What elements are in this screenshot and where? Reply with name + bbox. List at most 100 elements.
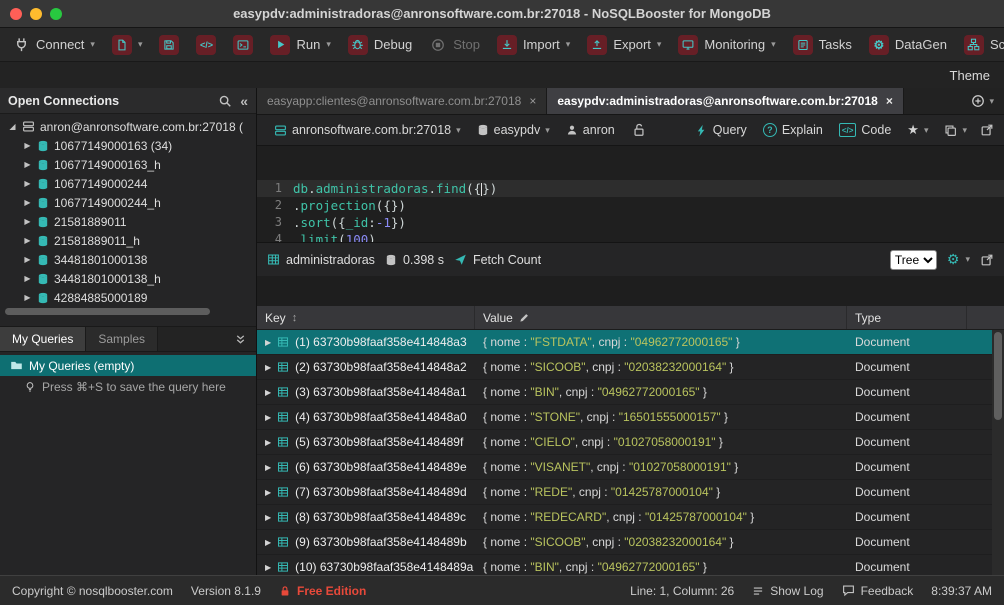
column-header-type[interactable]: Type: [847, 306, 967, 329]
tab-my-queries[interactable]: My Queries: [0, 327, 86, 351]
export-button[interactable]: Export ▾: [587, 35, 661, 55]
code-snippet-button[interactable]: </>: [196, 35, 216, 55]
column-header-key[interactable]: Key ↕: [257, 306, 475, 329]
table-row[interactable]: ▶ (7) 63730b98faaf358e4148489d { nome : …: [257, 480, 1004, 505]
sidebar-database-item[interactable]: ▶ 10677149000244_h: [0, 193, 256, 212]
theme-button[interactable]: Theme: [950, 68, 990, 83]
zoom-window-button[interactable]: [50, 8, 62, 20]
code-button[interactable]: </> Code: [832, 120, 898, 140]
feedback-button[interactable]: Feedback: [842, 584, 914, 598]
stop-button[interactable]: Stop: [429, 36, 480, 54]
minimize-window-button[interactable]: [30, 8, 42, 20]
monitoring-button[interactable]: Monitoring ▾: [678, 35, 775, 55]
expand-icon[interactable]: ▶: [265, 388, 271, 397]
sidebar-database-item[interactable]: ▶ 10677149000244: [0, 174, 256, 193]
my-queries-folder[interactable]: My Queries (empty): [0, 355, 256, 376]
expand-icon[interactable]: ▶: [265, 563, 271, 572]
cursor-position[interactable]: Line: 1, Column: 26: [630, 584, 734, 598]
sidebar-database-item[interactable]: ▶ 42884885000189: [0, 288, 256, 306]
show-log-button[interactable]: Show Log: [752, 584, 823, 598]
table-row[interactable]: ▶ (9) 63730b98faaf358e4148489b { nome : …: [257, 530, 1004, 555]
expand-icon[interactable]: ▶: [23, 160, 32, 169]
favorites-button[interactable]: ★ ▾: [900, 119, 935, 141]
free-edition-badge[interactable]: Free Edition: [279, 584, 366, 598]
table-row[interactable]: ▶ (1) 63730b98faaf358e414848a3 { nome : …: [257, 330, 1004, 355]
shell-button[interactable]: [233, 35, 253, 55]
horizontal-scrollbar[interactable]: [5, 308, 251, 318]
breadcrumb-server[interactable]: anronsoftware.com.br:27018 ▾: [267, 120, 468, 140]
open-in-new-icon[interactable]: [980, 253, 994, 267]
editor-line[interactable]: 3 .sort({_id:-1}): [257, 214, 1004, 231]
schema-button[interactable]: Schema ▾: [964, 35, 1004, 55]
expand-icon[interactable]: ▶: [23, 141, 32, 150]
expand-icon[interactable]: ▶: [23, 198, 32, 207]
expand-icon[interactable]: ▶: [23, 293, 32, 302]
sidebar-database-item[interactable]: ▶ 34481801000138_h: [0, 269, 256, 288]
column-header-value[interactable]: Value: [475, 306, 847, 329]
scrollbar-thumb[interactable]: [5, 308, 210, 315]
collapse-all-icon[interactable]: [225, 327, 256, 351]
table-row[interactable]: ▶ (4) 63730b98faaf358e414848a0 { nome : …: [257, 405, 1004, 430]
vertical-scrollbar[interactable]: [992, 330, 1004, 575]
unlock-icon[interactable]: [632, 123, 646, 137]
expand-icon[interactable]: ▶: [23, 274, 32, 283]
open-script-button[interactable]: ▾: [112, 35, 143, 55]
sidebar-database-item[interactable]: ▶ 34481801000138: [0, 250, 256, 269]
editor-line[interactable]: 4 .limit(100): [257, 231, 1004, 242]
expand-icon[interactable]: ▶: [265, 363, 271, 372]
editor-tab-administradoras[interactable]: easypdv:administradoras@anronsoftware.co…: [547, 88, 904, 114]
result-collection-tab[interactable]: administradoras: [267, 253, 375, 267]
debug-button[interactable]: Debug: [348, 35, 412, 55]
table-row[interactable]: ▶ (8) 63730b98faaf358e4148489c { nome : …: [257, 505, 1004, 530]
sidebar-database-item[interactable]: ▶ 21581889011_h: [0, 231, 256, 250]
explain-button[interactable]: ? Explain: [756, 120, 830, 140]
breadcrumb-database[interactable]: easypdv ▾: [470, 120, 557, 140]
expanded-icon[interactable]: ◢: [8, 122, 17, 131]
run-button[interactable]: Run ▾: [270, 35, 330, 55]
close-icon[interactable]: ×: [886, 94, 893, 108]
table-row[interactable]: ▶ (10) 63730b98faaf358e4148489a { nome :…: [257, 555, 1004, 575]
expand-icon[interactable]: ▶: [23, 179, 32, 188]
datagen-button[interactable]: ⚙ DataGen: [869, 35, 947, 55]
expand-icon[interactable]: ▶: [265, 538, 271, 547]
expand-icon[interactable]: ▶: [265, 413, 271, 422]
sidebar-database-item[interactable]: ▶ 21581889011: [0, 212, 256, 231]
expand-icon[interactable]: ▶: [265, 513, 271, 522]
table-row[interactable]: ▶ (2) 63730b98faaf358e414848a2 { nome : …: [257, 355, 1004, 380]
connect-button[interactable]: Connect ▾: [12, 36, 95, 54]
query-editor[interactable]: 1 db.administradoras.find({}) 2 .project…: [257, 146, 1004, 242]
view-mode-select[interactable]: Tree: [890, 250, 937, 270]
collapse-sidebar-icon[interactable]: «: [240, 94, 248, 108]
close-window-button[interactable]: [10, 8, 22, 20]
snippets-button[interactable]: ▾: [937, 121, 974, 140]
scrollbar-thumb[interactable]: [994, 332, 1002, 420]
tasks-button[interactable]: Tasks: [793, 35, 852, 55]
expand-icon[interactable]: ▶: [23, 217, 32, 226]
save-button[interactable]: [159, 35, 179, 55]
query-button[interactable]: Query: [688, 120, 754, 140]
connection-root[interactable]: ◢ anron@anronsoftware.com.br:27018 (: [0, 117, 256, 136]
sidebar-database-item[interactable]: ▶ 10677149000163 (34): [0, 136, 256, 155]
tab-samples[interactable]: Samples: [86, 327, 158, 351]
results-settings-button[interactable]: ⚙ ▾: [947, 251, 970, 268]
editor-tab-clientes[interactable]: easyapp:clientes@anronsoftware.com.br:27…: [257, 88, 547, 114]
close-icon[interactable]: ×: [529, 94, 536, 108]
expand-icon[interactable]: ▶: [265, 438, 271, 447]
editor-line[interactable]: 1 db.administradoras.find({}): [257, 180, 1004, 197]
expand-icon[interactable]: ▶: [265, 338, 271, 347]
open-in-new-icon[interactable]: [980, 123, 994, 137]
search-icon[interactable]: [218, 94, 232, 108]
expand-icon[interactable]: ▶: [23, 236, 32, 245]
fetch-count-button[interactable]: Fetch Count: [454, 253, 541, 267]
breadcrumb-user[interactable]: anron: [559, 120, 622, 140]
expand-icon[interactable]: ▶: [265, 488, 271, 497]
sidebar-database-item[interactable]: ▶ 10677149000163_h: [0, 155, 256, 174]
editor-line[interactable]: 2 .projection({}): [257, 197, 1004, 214]
new-tab-button[interactable]: ▾: [961, 88, 1004, 114]
expand-icon[interactable]: ▶: [23, 255, 32, 264]
table-row[interactable]: ▶ (3) 63730b98faaf358e414848a1 { nome : …: [257, 380, 1004, 405]
table-row[interactable]: ▶ (6) 63730b98faaf358e4148489e { nome : …: [257, 455, 1004, 480]
expand-icon[interactable]: ▶: [265, 463, 271, 472]
table-row[interactable]: ▶ (5) 63730b98faaf358e4148489f { nome : …: [257, 430, 1004, 455]
import-button[interactable]: Import ▾: [497, 35, 570, 55]
